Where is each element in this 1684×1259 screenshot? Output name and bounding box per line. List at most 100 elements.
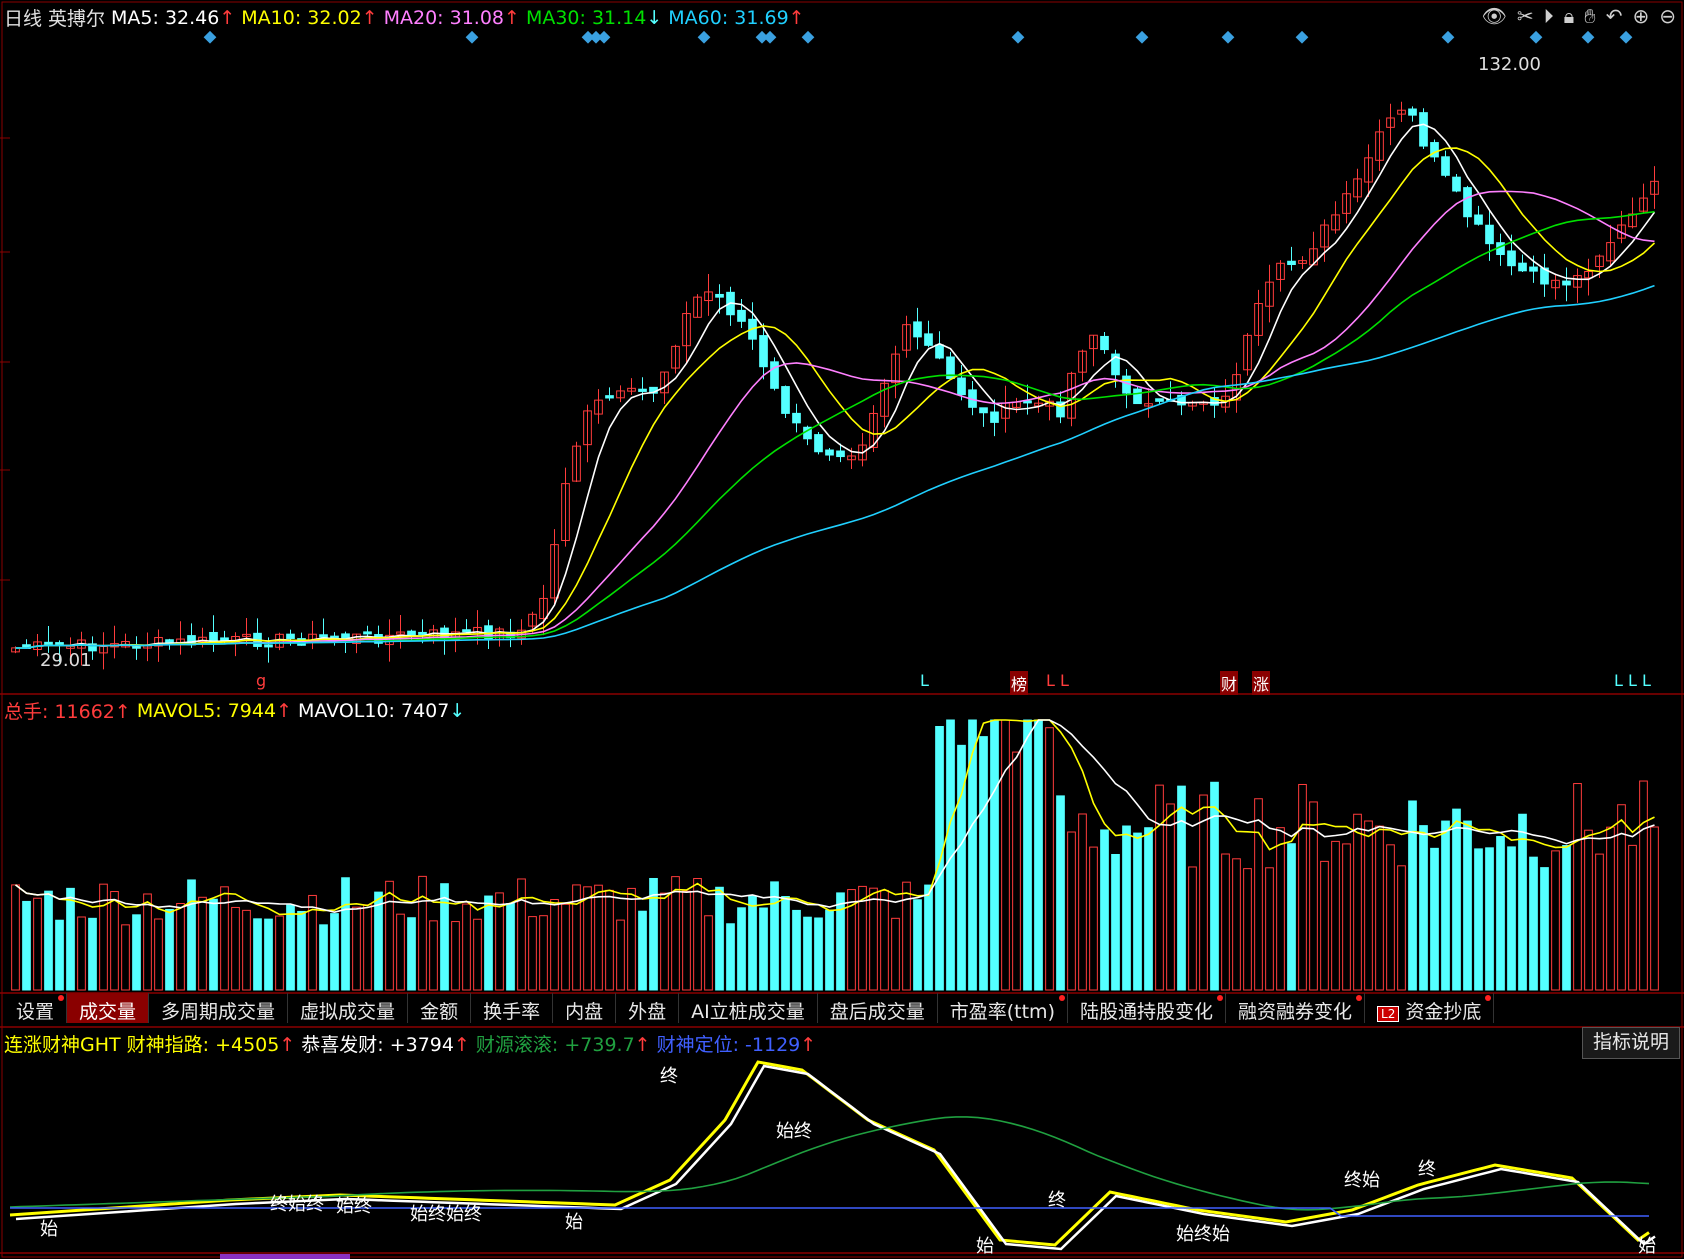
signal-diamond-icon [1619,30,1633,44]
indicator-explain-button[interactable]: 指标说明 [1582,1027,1680,1059]
volume-bar [110,891,119,991]
volume-bar [1034,719,1043,991]
tab-8[interactable]: AI立桩成交量 [679,993,818,1023]
tab-10[interactable]: 市盈率(ttm) [938,993,1068,1023]
event-marker[interactable]: g [256,671,266,690]
period-label[interactable]: 日线 [4,4,42,31]
volume-bar [1067,831,1076,991]
hand-icon[interactable]: ✋︎ [1584,4,1595,28]
lock-icon[interactable]: 🔒︎ [1564,4,1575,28]
volume-bar [627,887,636,991]
candle-body [1419,112,1428,147]
candle-body [1507,250,1516,267]
event-marker[interactable]: 榜 [1010,671,1029,695]
volume-bar [121,924,130,991]
volume-bar [1056,795,1065,991]
volume-bar [869,887,878,991]
tab-13[interactable]: L2 资金抄底 [1365,993,1495,1023]
volume-bar [451,921,460,991]
indicator-signal-label: 始终始终 [410,1204,482,1225]
candle-body [715,293,724,298]
indicator-signal-label: 终 [1048,1190,1066,1211]
tab-11[interactable]: 陆股通持股变化 [1068,993,1226,1023]
tab-label: 盘后成交量 [829,1001,925,1023]
candle-body [1155,398,1164,402]
volume-bar [638,910,647,991]
signal-diamond-icon [1295,30,1309,44]
volume-bar [1265,867,1274,991]
stock-chart-canvas[interactable] [0,0,1684,1259]
volume-bar [616,919,625,991]
volume-bar [1518,813,1527,991]
event-marker[interactable]: 涨 [1252,671,1271,695]
eye-icon[interactable]: 👁 [1482,4,1507,28]
indicator-signal-label: 始 [40,1219,58,1240]
ma20-value: MA20: 31.08↑ [383,6,520,29]
tab-4[interactable]: 金额 [408,993,472,1023]
zoom-out-icon[interactable]: ⊖ [1659,4,1676,28]
event-marker[interactable]: L L [1046,671,1069,690]
scissors-icon[interactable]: ✂ [1517,4,1534,28]
volume-bar [660,892,669,991]
event-marker[interactable]: 财 [1220,671,1239,695]
volume-bar [1584,829,1593,991]
volume-bar [1496,836,1505,991]
play-icon[interactable]: ⏵ [1544,4,1554,28]
volume-bar [473,918,482,991]
event-marker[interactable]: L L L [1614,671,1651,690]
candle-body [1100,335,1109,351]
candle-body [935,344,944,359]
tab-1[interactable]: 成交量 [67,993,150,1023]
tab-2[interactable]: 多周期成交量 [149,993,289,1023]
signal-diamond-icon [203,30,217,44]
tab-label: 金额 [420,1001,459,1023]
volume-bar [154,918,163,991]
indicator-name[interactable]: 连涨财神GHT [4,1030,121,1057]
volume-bar [319,924,328,991]
ma10-line [15,147,1656,650]
volume-bar [506,903,515,991]
tab-3[interactable]: 虚拟成交量 [288,993,409,1023]
undo-icon[interactable]: ↶ [1606,4,1623,28]
tab-label: 外盘 [628,1001,667,1023]
indicator-signal-label: 始 [976,1236,994,1257]
zoom-in-icon[interactable]: ⊕ [1632,4,1649,28]
chart-toolbar: 👁 ✂ ⏵ 🔒︎ ✋︎ ↶ ⊕ ⊖ [1482,4,1677,28]
volume-bar [440,883,449,991]
volume-bar [1089,846,1098,991]
volume-bar [1628,844,1637,991]
volume-bar [1320,860,1329,991]
volume-bar [605,889,614,991]
event-marker[interactable]: L [920,671,929,690]
volume-bar [1232,858,1241,991]
volume-header: 总手: 11662↑ MAVOL5: 7944↑ MAVOL10: 7407↓ [4,697,465,724]
volume-bar [231,906,240,991]
volume-bar [1650,826,1659,991]
road-value: 财神指路: +4505↑ [126,1034,296,1056]
candle-body [1133,388,1142,405]
volume-bar [759,907,768,991]
tab-5[interactable]: 换手率 [471,993,554,1023]
volume-bar [22,900,31,991]
tab-7[interactable]: 外盘 [616,993,680,1023]
volume-bar [55,919,64,991]
tab-0[interactable]: 设置 [4,993,68,1023]
indicator-signal-label: 始 [1638,1236,1656,1257]
volume-bar [913,899,922,991]
volume-bar [1430,847,1439,991]
tab-6[interactable]: 内盘 [553,993,617,1023]
volume-bar [1408,800,1417,991]
volume-bar [1111,853,1120,991]
tab-12[interactable]: 融资融券变化 [1226,993,1366,1023]
volume-bar [726,923,735,991]
indicator-congrats-line [15,1064,1656,1251]
candle-body [825,449,834,456]
volume-bar [407,917,416,991]
candle-body [44,641,53,645]
candle-body [319,634,328,638]
candle-body [1408,108,1417,116]
volume-bar [583,886,592,991]
volume-bar [132,914,141,991]
tab-9[interactable]: 盘后成交量 [818,993,938,1023]
volume-bar [693,878,702,991]
